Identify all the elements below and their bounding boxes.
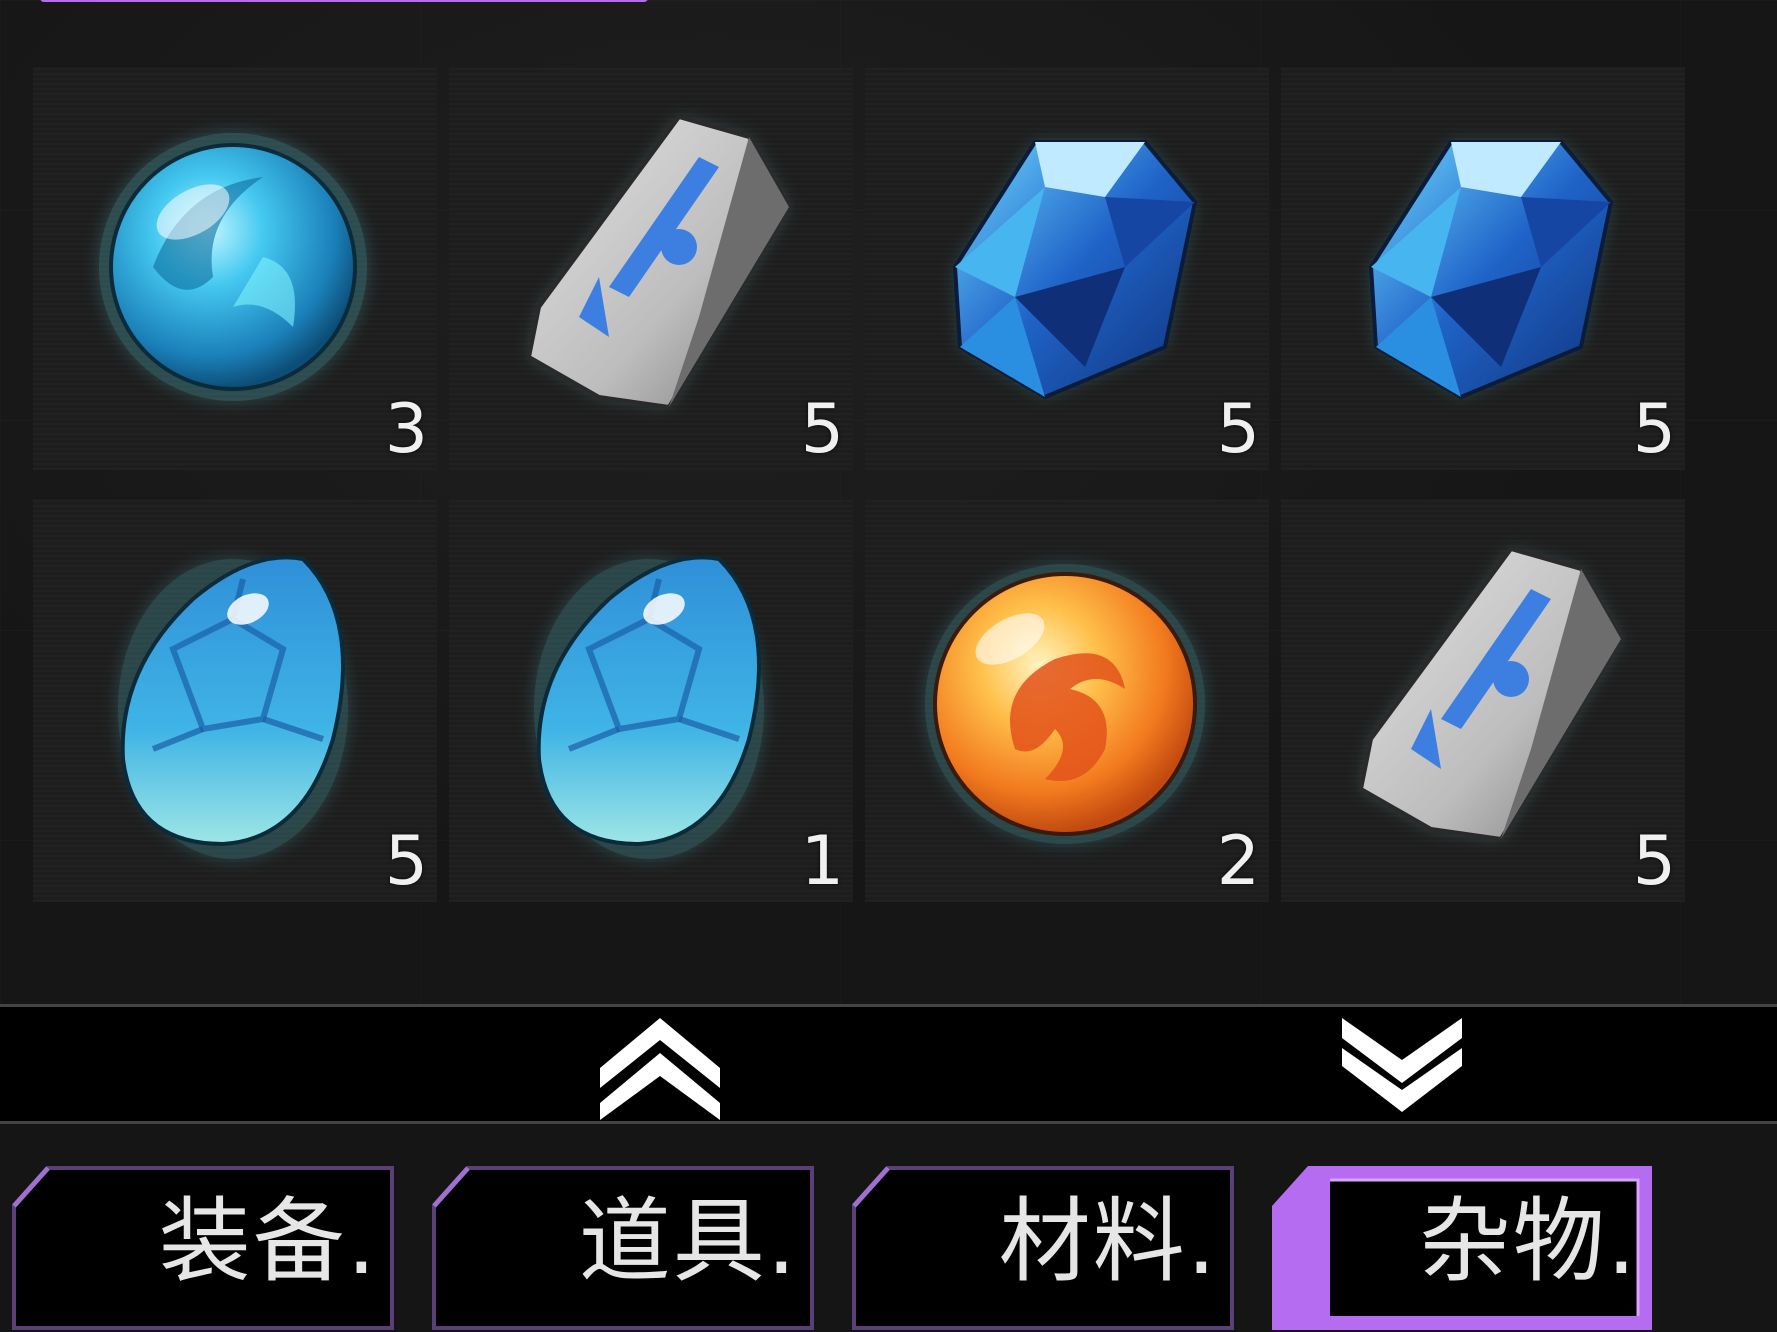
tab-label: 材料.: [998, 1188, 1218, 1295]
tab-misc[interactable]: 杂物.: [1268, 1162, 1656, 1332]
blue-crystal-icon: [1368, 140, 1614, 400]
item-count: 1: [800, 822, 845, 901]
blue-egg-icon: [118, 555, 348, 859]
blue-orb-icon: [99, 133, 367, 401]
inventory-slot[interactable]: 5: [33, 499, 437, 902]
double-chevron-up-icon[interactable]: [590, 1008, 730, 1120]
inventory-slot[interactable]: 1: [449, 499, 853, 902]
item-count: 5: [1216, 390, 1261, 469]
item-count: 5: [1632, 390, 1677, 469]
tab-label: 杂物.: [1418, 1188, 1638, 1295]
item-count: 2: [1216, 822, 1261, 901]
item-count: 5: [800, 390, 845, 469]
category-tabs: 装备. 道具. 材料. 杂物.: [0, 1160, 1777, 1332]
blue-egg-icon: [534, 555, 764, 859]
inventory-slot[interactable]: 2: [865, 499, 1269, 902]
inventory-slot[interactable]: 5: [865, 67, 1269, 470]
blue-crystal-icon: [952, 140, 1198, 400]
double-chevron-down-icon[interactable]: [1332, 1008, 1472, 1120]
item-count: 5: [384, 822, 429, 901]
fire-orb-icon: [925, 564, 1205, 844]
inventory-slot[interactable]: 5: [449, 67, 853, 470]
rune-stone-icon: [526, 114, 792, 410]
inventory-slot[interactable]: 5: [1281, 499, 1685, 902]
tab-materials[interactable]: 材料.: [848, 1162, 1236, 1332]
tab-label: 道具.: [578, 1188, 798, 1295]
top-accent-bar: [40, 0, 648, 2]
rune-stone-icon: [1358, 546, 1624, 842]
item-count: 5: [1632, 822, 1677, 901]
inventory-slot[interactable]: 3: [33, 67, 437, 470]
tab-equipment[interactable]: 装备.: [8, 1162, 396, 1332]
tab-items[interactable]: 道具.: [428, 1162, 816, 1332]
item-count: 3: [384, 390, 429, 469]
inventory-grid: 3 5 5 5 5 1 2 5: [33, 67, 1703, 903]
tab-label: 装备.: [158, 1188, 378, 1295]
scroll-bar: [0, 1004, 1777, 1124]
inventory-slot[interactable]: 5: [1281, 67, 1685, 470]
